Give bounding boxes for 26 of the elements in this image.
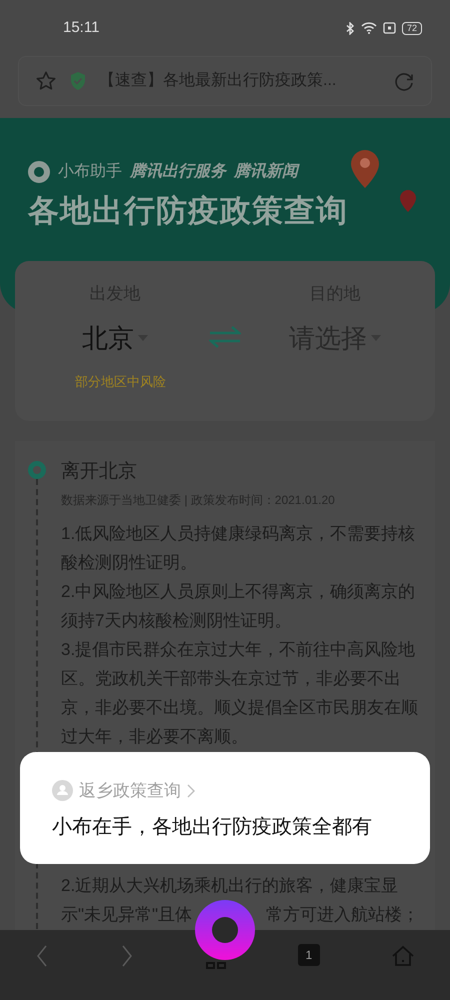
brand-name: 小布助手	[58, 162, 122, 182]
battery-indicator: 72	[402, 22, 422, 34]
sim-icon	[382, 22, 396, 34]
back-icon[interactable]	[35, 944, 50, 968]
bluetooth-icon	[346, 22, 355, 34]
banner-title: 各地出行防疫政策查询	[28, 192, 349, 230]
reload-icon[interactable]	[393, 70, 415, 92]
origin-select[interactable]: 北京	[82, 318, 148, 358]
swap-icon[interactable]	[209, 326, 241, 348]
shield-icon	[69, 71, 87, 91]
wifi-icon	[360, 22, 377, 34]
brand-name: 腾讯出行服务	[130, 162, 226, 182]
popup-message: 小布在手，各地出行防疫政策全都有	[52, 814, 373, 840]
home-icon[interactable]	[390, 944, 415, 968]
chevron-right-icon	[187, 784, 195, 798]
user-icon	[52, 780, 73, 802]
grid-icon[interactable]	[204, 962, 227, 969]
ring-logo-icon	[28, 161, 50, 183]
popup-source-link[interactable]: 返乡政策查询	[79, 778, 181, 804]
forward-icon[interactable]	[120, 944, 134, 968]
suggestion-popup[interactable]: 返乡政策查询 小布在手，各地出行防疫政策全都有	[20, 752, 430, 864]
risk-note: 部分地区中风险	[74, 372, 167, 390]
tab-count-button[interactable]: 1	[298, 944, 320, 966]
star-icon[interactable]	[35, 70, 57, 92]
brand-name: 腾讯新闻	[234, 161, 298, 182]
status-time: 15:11	[63, 18, 100, 38]
